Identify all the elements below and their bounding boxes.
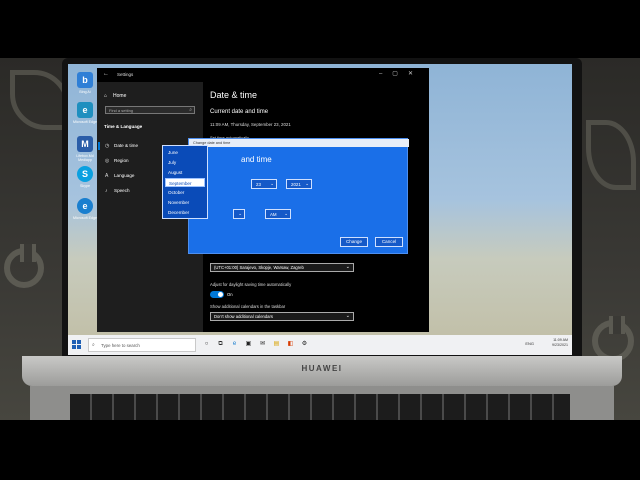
change-date-dialog: Change date and time and time 23 ⌄ 2021 … — [188, 138, 409, 254]
microphone-icon: ♪ — [105, 188, 108, 194]
timezone-select[interactable]: (UTC+01:00) Sarajevo, Skopje, Warsaw, Za… — [210, 263, 354, 272]
find-setting-input[interactable]: Find a setting ⌕ — [105, 106, 195, 114]
month-option[interactable]: October — [165, 188, 205, 197]
store-icon[interactable]: ▣ — [244, 340, 253, 349]
taskbar: ⌕ Type here to search ○ ⧉ e ▣ ✉ ▤ ◧ ⚙ EN… — [68, 335, 572, 355]
sidebar-item-label: Speech — [114, 188, 130, 193]
chevron-down-icon: ⌄ — [284, 211, 288, 216]
ampm-select[interactable]: AM ⌄ — [265, 209, 291, 219]
desktop-icon-label: Skype — [80, 184, 90, 188]
year-value: 2021 — [291, 182, 301, 187]
laptop-screen: b Bing Ai e Microsoft Edge M Lifebox.Md … — [68, 64, 572, 355]
mail-icon[interactable]: ✉ — [258, 340, 267, 349]
month-option[interactable]: August — [165, 168, 205, 177]
chevron-down-icon: ⌄ — [345, 313, 350, 319]
hour-select[interactable]: ⌄ — [233, 209, 245, 219]
day-value: 23 — [256, 182, 261, 187]
chevron-down-icon: ⌄ — [345, 264, 350, 270]
desktop-icon-edge[interactable]: e Microsoft Edge — [72, 198, 98, 220]
dst-label: Adjust for daylight saving time automati… — [210, 282, 292, 287]
taskbar-clock[interactable]: 11:09 AM 9/23/2021 — [552, 338, 568, 348]
globe-icon: ◎ — [105, 158, 110, 164]
search-icon: ⌕ — [92, 342, 95, 348]
bing-icon: b — [77, 72, 93, 88]
month-option-selected[interactable]: September — [165, 178, 205, 187]
sidebar-item-label: Date & time — [114, 143, 138, 148]
home-icon: ⌂ — [104, 93, 108, 99]
settings-titlebar: ← Settings –▢✕ — [97, 68, 429, 82]
cancel-button[interactable]: Cancel — [375, 237, 403, 247]
chevron-down-icon: ⌄ — [238, 211, 242, 216]
month-dropdown-list[interactable]: June July August September October Novem… — [162, 145, 208, 219]
search-icon: ⌕ — [189, 107, 192, 113]
day-select[interactable]: 23 ⌄ — [251, 179, 277, 189]
month-option[interactable]: July — [165, 158, 205, 167]
change-button[interactable]: Change — [340, 237, 368, 247]
month-option[interactable]: November — [165, 198, 205, 207]
desktop: b Bing Ai e Microsoft Edge M Lifebox.Md … — [68, 64, 572, 335]
office-icon[interactable]: ◧ — [286, 340, 295, 349]
year-select[interactable]: 2021 ⌄ — [286, 179, 312, 189]
skype-icon: S — [77, 166, 93, 182]
language-icon: A — [105, 173, 109, 179]
file-explorer-icon[interactable]: ▤ — [272, 340, 281, 349]
desktop-icon-label: Microsoft Edge — [73, 216, 97, 220]
edge-icon: e — [77, 198, 93, 214]
page-title: Date & time — [210, 90, 258, 100]
calendars-select[interactable]: Don't show additional calendars ⌄ — [210, 312, 354, 321]
laptop-base: HUAWEI — [22, 356, 622, 386]
nav-section-title: Time & Language — [104, 124, 143, 129]
dst-state: On — [227, 292, 233, 297]
desktop-icon-edge-small[interactable]: e Microsoft Edge — [72, 102, 98, 124]
dialog-title: Change date and time — [189, 139, 409, 147]
calendars-value: Don't show additional calendars — [214, 314, 273, 319]
taskbar-date: 9/23/2021 — [552, 343, 568, 347]
calendar-clock-icon: ◷ — [105, 143, 110, 149]
chevron-down-icon: ⌄ — [305, 181, 309, 186]
laptop-brand: HUAWEI — [301, 364, 343, 373]
cortana-icon[interactable]: ○ — [202, 340, 211, 349]
settings-gear-icon[interactable]: ⚙ — [300, 340, 309, 349]
sidebar-item-label: Language — [114, 173, 135, 178]
desktop-icon-label: Bing Ai — [79, 90, 91, 94]
desktop-icon-label: Lifebox.Md Mediapp — [76, 154, 94, 162]
taskbar-search[interactable]: ⌕ Type here to search — [88, 338, 196, 352]
background-power-symbol-left — [4, 244, 44, 288]
ampm-value: AM — [270, 212, 277, 217]
sidebar-item-label: Region — [114, 158, 129, 163]
month-option[interactable]: June — [165, 148, 205, 157]
nav-home-label: Home — [113, 93, 127, 99]
section-heading: Current date and time — [210, 109, 269, 115]
back-arrow-icon[interactable]: ← — [103, 71, 109, 77]
taskbar-search-placeholder: Type here to search — [101, 343, 140, 348]
desktop-icon-bing[interactable]: b Bing Ai — [72, 72, 98, 94]
month-option[interactable]: December — [165, 208, 205, 217]
desktop-icon-label: Microsoft Edge — [73, 120, 97, 124]
window-controls[interactable]: –▢✕ — [379, 70, 423, 77]
nav-home[interactable]: ⌂ Home — [104, 93, 126, 99]
keyboard-keys — [70, 394, 570, 420]
desktop-icon-app[interactable]: M Lifebox.Md Mediapp — [72, 136, 98, 162]
app-icon: M — [77, 136, 93, 152]
chevron-down-icon: ⌄ — [270, 181, 274, 186]
edge-icon-small: e — [77, 102, 93, 118]
window-title: Settings — [117, 72, 134, 77]
task-view-icon[interactable]: ⧉ — [216, 340, 225, 349]
edge-taskbar-icon[interactable]: e — [230, 340, 239, 349]
dialog-heading: and time — [241, 155, 272, 164]
find-setting-placeholder: Find a setting — [109, 108, 134, 113]
dst-toggle[interactable] — [210, 291, 224, 298]
language-indicator[interactable]: ENG — [525, 341, 534, 346]
desktop-icon-skype[interactable]: S Skype — [72, 166, 98, 188]
start-button[interactable] — [72, 340, 82, 350]
current-datetime: 11:09 AM, Thursday, September 23, 2021 — [210, 122, 291, 127]
timezone-value: (UTC+01:00) Sarajevo, Skopje, Warsaw, Za… — [214, 265, 304, 270]
calendars-label: Show additional calendars in the taskbar — [210, 304, 286, 309]
